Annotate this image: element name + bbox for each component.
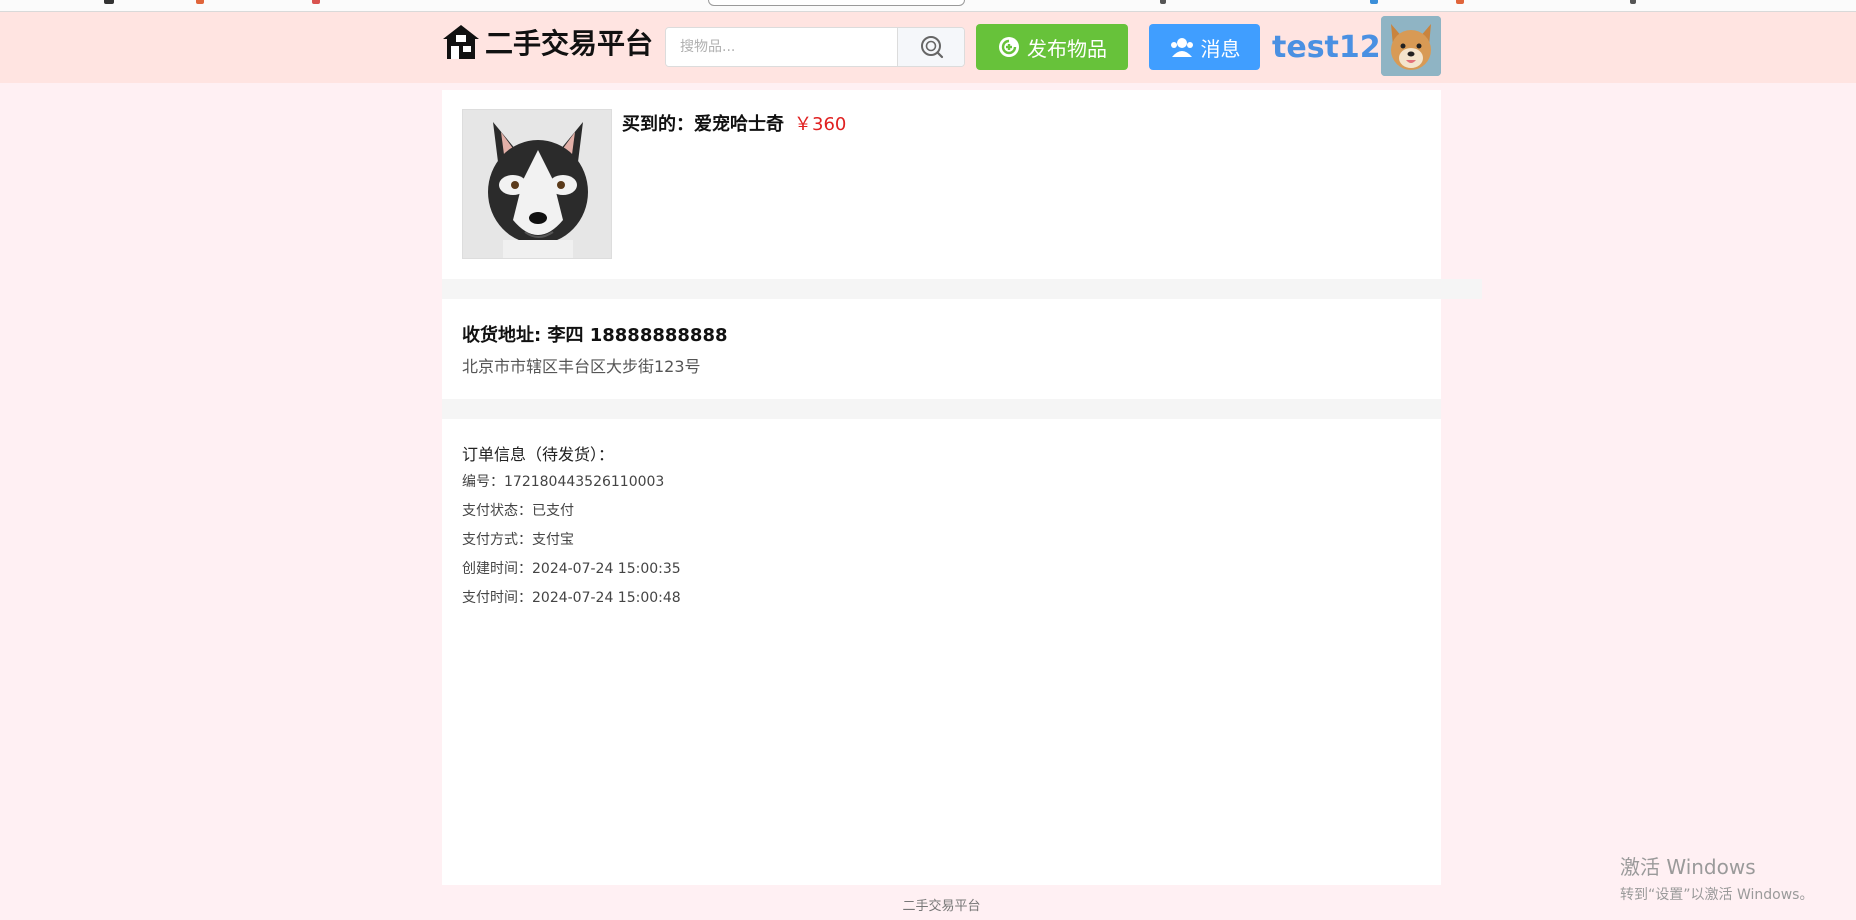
site-footer: 二手交易平台 [442, 885, 1441, 920]
order-info-title: 订单信息（待发货）： [462, 445, 615, 464]
dog-avatar-image [1381, 16, 1441, 76]
husky-photo [463, 110, 611, 258]
footer-text: 二手交易平台 [902, 899, 981, 914]
avatar[interactable] [1381, 16, 1441, 76]
item-name: 买到的：爱宠哈士奇 [622, 114, 784, 135]
site-logo[interactable]: 二手交易平台 [441, 20, 653, 64]
messages-button[interactable]: 消息 [1149, 24, 1260, 70]
users-icon [1170, 38, 1193, 57]
search-icon [921, 36, 944, 59]
search-input[interactable] [666, 28, 897, 66]
tab-favicon [104, 0, 114, 4]
section-divider [442, 279, 1482, 299]
address-bar[interactable] [708, 0, 965, 6]
windows-activation-watermark: 激活 Windows 转到“设置”以激活 Windows。 [1620, 851, 1813, 904]
publish-item-button[interactable]: 发布物品 [976, 24, 1128, 70]
order-number: 编号：172180443526110003 [462, 474, 665, 490]
section-divider [442, 399, 1441, 419]
item-title: 买到的：爱宠哈士奇 ￥360 [622, 110, 846, 136]
tab-favicon [1370, 0, 1378, 4]
tab-favicon [1456, 0, 1464, 4]
item-image[interactable] [462, 109, 612, 259]
address-line: 北京市市辖区丰台区大步街123号 [462, 357, 701, 376]
search-box [665, 27, 965, 67]
address-heading: 收货地址: 李四 18888888888 [462, 325, 728, 346]
paid-time: 支付时间：2024-07-24 15:00:48 [462, 590, 681, 606]
payment-status: 支付状态：已支付 [462, 503, 574, 519]
tab-favicon [1160, 0, 1166, 4]
house-icon [443, 25, 479, 59]
watermark-line1: 激活 Windows [1620, 855, 1756, 879]
tab-favicon [1630, 0, 1636, 4]
site-header: 二手交易平台 发布物品 消息 test123 [0, 12, 1856, 83]
shipping-address-card: 收货地址: 李四 18888888888 北京市市辖区丰台区大步街123号 [442, 299, 1441, 399]
watermark-line2: 转到“设置”以激活 Windows。 [1620, 887, 1814, 903]
tab-favicon [312, 0, 320, 4]
purchased-item-card: 买到的：爱宠哈士奇 ￥360 [442, 90, 1441, 279]
messages-label: 消息 [1200, 36, 1241, 61]
payment-method: 支付方式：支付宝 [462, 532, 574, 548]
tab-favicon [196, 0, 204, 4]
browser-tab-strip [0, 0, 1856, 12]
add-circle-icon [999, 37, 1019, 57]
order-info-card: 订单信息（待发货）： 编号：172180443526110003 支付状态：已支… [442, 419, 1441, 885]
logo-text: 二手交易平台 [485, 27, 654, 60]
publish-label: 发布物品 [1027, 36, 1107, 61]
item-price: ￥360 [794, 114, 847, 135]
search-button[interactable] [897, 28, 964, 66]
created-time: 创建时间：2024-07-24 15:00:35 [462, 561, 681, 577]
